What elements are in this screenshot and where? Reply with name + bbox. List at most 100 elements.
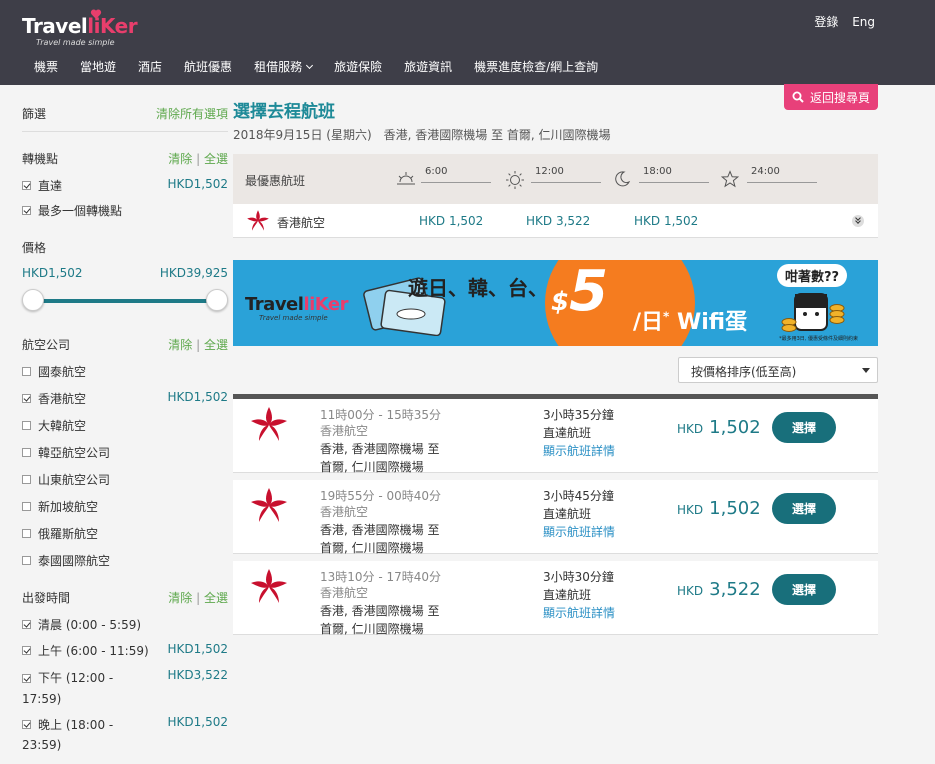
time-label: 12:00 <box>535 166 564 177</box>
checkbox-checked-icon <box>22 673 31 683</box>
flight-airline: 香港航空 <box>320 586 369 600</box>
select-flight-button[interactable]: 選擇 <box>772 493 836 524</box>
flight-card: 11時00分 - 15時35分 香港航空 香港, 香港國際機場 至首爾, 仁川國… <box>233 399 878 474</box>
clear-all-link[interactable]: 清除所有選項 <box>156 105 228 122</box>
slider-min-handle[interactable] <box>22 289 44 311</box>
checkbox-label: 山東航空公司 <box>38 473 111 487</box>
time-slot-noon[interactable]: 12:00 <box>505 164 601 194</box>
back-to-search-button[interactable]: 返回搜尋頁 <box>784 84 878 110</box>
select-all-link[interactable]: 全選 <box>204 152 228 166</box>
slider-max-handle[interactable] <box>206 289 228 311</box>
checkbox-label: 俄羅斯航空 <box>38 527 99 541</box>
select-all-link[interactable]: 全選 <box>204 591 228 605</box>
airline-filter: 航空公司 清除 | 全選 國泰航空 香港航空 HKD1,502 大韓航空 韓亞航空… <box>22 336 228 569</box>
banner-heading: 遊日、韓、台、泰 <box>408 276 568 300</box>
select-flight-button[interactable]: 選擇 <box>772 412 836 443</box>
checkbox-icon <box>22 529 31 538</box>
time-line <box>531 182 601 183</box>
nav-item-insurance[interactable]: 旅遊保險 <box>334 58 382 75</box>
time-slot-night[interactable]: 24:00 <box>721 164 817 194</box>
checkbox-afternoon[interactable]: 下午 (12:00 - 17:59) <box>22 668 113 709</box>
checkbox-cathay[interactable]: 國泰航空 <box>22 363 86 380</box>
back-to-search-label: 返回搜尋頁 <box>809 90 870 105</box>
checkbox-label: 新加坡航空 <box>38 500 99 514</box>
checkbox-label: 清晨 (0:00 - 5:59) <box>38 618 142 632</box>
price-max: HKD39,925 <box>159 266 228 280</box>
checkbox-evening[interactable]: 晚上 (18:00 - 23:59) <box>22 715 113 756</box>
nav-item-booking-check[interactable]: 機票進度檢查/網上查詢 <box>474 58 598 75</box>
slider-track <box>32 299 216 303</box>
sort-select[interactable]: 按價格排序(低至高) <box>678 357 878 383</box>
login-link[interactable]: 登錄 <box>814 15 838 29</box>
flight-type: 直達航班 <box>543 507 592 521</box>
clear-link[interactable]: 清除 <box>168 338 192 352</box>
best-flights-table: 最優惠航班 6:00 12:00 18:00 24:00 香港航空 HKD 1,… <box>233 154 878 238</box>
nav-item-rental-label: 租借服務 <box>254 60 303 74</box>
expand-icon[interactable] <box>852 215 864 227</box>
nav-item-flight-deals[interactable]: 航班優惠 <box>184 58 232 75</box>
wifi-promo-banner[interactable]: TravelliKer Travel made simple 遊日、韓、台、泰 … <box>233 260 878 346</box>
checkbox-asiana[interactable]: 韓亞航空公司 <box>22 444 110 461</box>
nav-item-local-tours[interactable]: 當地遊 <box>80 58 116 75</box>
flight-route: 香港, 香港國際機場 至首爾, 仁川國際機場 <box>320 442 440 474</box>
flight-details-link[interactable]: 顯示航班詳情 <box>543 604 615 621</box>
checkbox-icon <box>22 421 31 430</box>
checkbox-direct[interactable]: 直達 <box>22 177 62 194</box>
best-flights-label: 最優惠航班 <box>245 174 306 188</box>
flight-price: HKD 1,502 <box>677 498 761 519</box>
checkbox-label: 晚上 (18:00 - <box>38 717 114 732</box>
checkbox-aeroflot[interactable]: 俄羅斯航空 <box>22 525 98 542</box>
nav-item-hotels[interactable]: 酒店 <box>138 58 162 75</box>
flight-airline: 香港航空 <box>320 505 369 519</box>
moon-icon <box>615 171 631 187</box>
checkbox-thai[interactable]: 泰國國際航空 <box>22 552 110 569</box>
checkbox-early-morning[interactable]: 清晨 (0:00 - 5:59) <box>22 616 141 633</box>
select-flight-button[interactable]: 選擇 <box>772 574 836 605</box>
sun-icon <box>506 171 524 189</box>
price-range-slider[interactable] <box>22 286 228 316</box>
flight-card: 19時55分 - 00時40分 香港航空 香港, 香港國際機場 至首爾, 仁川國… <box>233 480 878 555</box>
brand-logo[interactable]: TravelliKer Travel made simple <box>22 9 142 50</box>
checkbox-icon <box>22 367 31 376</box>
time-line <box>747 182 817 183</box>
checkbox-icon <box>22 556 31 565</box>
checkbox-checked-icon <box>22 206 31 215</box>
banner-tagline: Travel made simple <box>259 314 328 322</box>
checkbox-singapore[interactable]: 新加坡航空 <box>22 498 98 515</box>
checkbox-checked-icon <box>22 394 31 403</box>
star-icon <box>721 170 739 188</box>
checkbox-morning[interactable]: 上午 (6:00 - 11:59) <box>22 642 149 659</box>
checkbox-hk-airlines[interactable]: 香港航空 <box>22 390 86 407</box>
clear-link[interactable]: 清除 <box>168 591 192 605</box>
flight-duration: 3小時45分鐘 <box>543 489 614 503</box>
clear-link[interactable]: 清除 <box>168 152 192 166</box>
checkbox-korean-air[interactable]: 大韓航空 <box>22 417 86 434</box>
checkbox-one-stop[interactable]: 最多一個轉機點 <box>22 202 122 219</box>
checkbox-label: 大韓航空 <box>38 419 87 433</box>
price-min: HKD1,502 <box>22 266 83 280</box>
best-price-slot-3[interactable]: HKD 1,502 <box>634 214 698 228</box>
best-price-slot-1[interactable]: HKD 1,502 <box>419 214 483 228</box>
nav-item-rental[interactable]: 租借服務 <box>254 58 314 75</box>
banner-price: $5 <box>551 260 609 324</box>
select-all-link[interactable]: 全選 <box>204 338 228 352</box>
best-flights-row[interactable]: 香港航空 HKD 1,502 HKD 3,522 HKD 1,502 <box>233 204 878 238</box>
nav-item-travel-info[interactable]: 旅遊資訊 <box>404 58 452 75</box>
flight-details-link[interactable]: 顯示航班詳情 <box>543 442 615 459</box>
checkbox-checked-icon <box>22 181 31 190</box>
flight-details-link[interactable]: 顯示航班詳情 <box>543 523 615 540</box>
time-slot-dawn[interactable]: 6:00 <box>395 164 491 194</box>
flight-type: 直達航班 <box>543 426 592 440</box>
checkbox-shandong[interactable]: 山東航空公司 <box>22 471 110 488</box>
nav-item-flights[interactable]: 機票 <box>34 58 58 75</box>
flight-card: 13時10分 - 17時40分 香港航空 香港, 香港國際機場 至首爾, 仁川國… <box>233 561 878 636</box>
checkbox-label: 韓亞航空公司 <box>38 446 111 460</box>
flight-route: 香港, 香港國際機場 至首爾, 仁川國際機場 <box>320 523 440 555</box>
checkbox-icon <box>22 448 31 457</box>
best-price-slot-2[interactable]: HKD 3,522 <box>526 214 590 228</box>
checkbox-label: 最多一個轉機點 <box>38 204 123 218</box>
filter-sidebar: 篩選 清除所有選項 轉機點 清除 | 全選 直達 HKD1,502 最多一個轉機… <box>22 96 228 763</box>
time-slot-evening[interactable]: 18:00 <box>613 164 709 194</box>
language-switch[interactable]: Eng <box>852 15 875 29</box>
sunrise-icon <box>397 172 415 185</box>
